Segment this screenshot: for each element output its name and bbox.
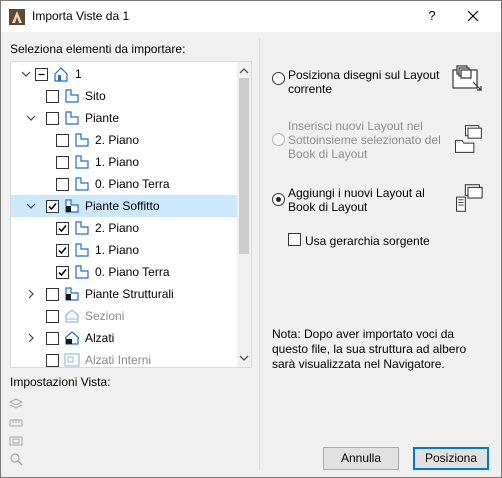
close-button[interactable] <box>453 3 493 29</box>
tree-row-piante-2[interactable]: 2. Piano <box>11 129 237 151</box>
tree-scrollbar[interactable] <box>237 62 251 367</box>
import-tree: 1 Sito Piante 2. Piano 1. Piano 0. Piano… <box>10 61 252 368</box>
tree-checkbox[interactable] <box>46 112 59 125</box>
tree-checkbox[interactable] <box>56 222 69 235</box>
layout-place-icon <box>452 65 482 91</box>
scroll-down-icon[interactable] <box>237 351 251 365</box>
import-views-dialog: Importa Viste da 1 ? Seleziona elementi … <box>0 0 502 478</box>
tree-label: 2. Piano <box>95 221 140 235</box>
tree-label: 0. Piano Terra <box>95 177 170 191</box>
elevation-icon <box>64 331 80 345</box>
place-on-current-layout-label[interactable]: Posiziona disegni sul Layout corrente <box>288 68 448 96</box>
floor-plan-icon <box>65 111 79 125</box>
tree-checkbox[interactable] <box>46 200 59 213</box>
tree-label: Sezioni <box>85 309 125 323</box>
tree-label: Piante <box>85 111 120 125</box>
floor-plan-icon <box>75 221 89 235</box>
tree-checkbox[interactable] <box>46 288 59 301</box>
tree-checkbox[interactable] <box>46 332 59 345</box>
tree-checkbox[interactable] <box>46 310 59 323</box>
cancel-button[interactable]: Annulla <box>323 447 399 470</box>
chevron-down-icon[interactable] <box>25 112 37 124</box>
tree-row-soffitto-0[interactable]: 0. Piano Terra <box>11 261 237 283</box>
floor-plan-icon <box>65 89 79 103</box>
chevron-right-icon[interactable] <box>25 332 37 344</box>
interior-elevation-icon <box>64 353 80 367</box>
scroll-up-icon[interactable] <box>237 64 251 78</box>
panel-divider <box>259 38 260 470</box>
tree-checkbox[interactable] <box>35 68 48 81</box>
layout-book-icon <box>456 184 483 212</box>
tree-row-alzati[interactable]: Alzati <box>11 327 237 349</box>
tree-label: 0. Piano Terra <box>95 265 170 279</box>
tree-label: Piante Strutturali <box>85 287 174 301</box>
tree-row-piante-0[interactable]: 0. Piano Terra <box>11 173 237 195</box>
select-items-label: Seleziona elementi da importare: <box>10 42 186 56</box>
tree-checkbox[interactable] <box>46 90 59 103</box>
floor-plan-icon <box>75 133 89 147</box>
tree-label: Piante Soffitto <box>85 199 160 213</box>
tree-label: Alzati <box>85 331 115 345</box>
tree-row-soffitto-1[interactable]: 1. Piano <box>11 239 237 261</box>
tree-row-sito[interactable]: Sito <box>11 85 237 107</box>
close-icon <box>467 10 479 22</box>
add-to-book-radio[interactable] <box>272 193 285 206</box>
use-source-hierarchy-label[interactable]: Usa gerarchia sorgente <box>305 234 430 248</box>
floor-plan-icon <box>75 265 89 279</box>
tree-row-sezioni[interactable]: Sezioni <box>11 305 237 327</box>
chevron-down-icon[interactable] <box>25 200 37 212</box>
tree-checkbox[interactable] <box>56 134 69 147</box>
view-settings-label: Impostazioni Vista: <box>10 375 111 389</box>
layout-folder-icon <box>455 125 482 153</box>
insert-into-subset-label[interactable]: Inserisci nuovi Layout nel Sottoinsieme … <box>288 119 448 161</box>
ceiling-plan-icon <box>65 199 79 213</box>
tree-checkbox[interactable] <box>46 354 59 367</box>
tree-label: 1. Piano <box>95 243 140 257</box>
info-note: Nota: Dopo aver importato voci da questo… <box>272 327 467 371</box>
project-icon <box>54 67 68 82</box>
insert-into-subset-radio[interactable] <box>272 133 285 146</box>
place-button[interactable]: Posiziona <box>413 447 489 470</box>
title-bar: Importa Viste da 1 ? <box>1 1 501 32</box>
floor-plan-icon <box>75 243 89 257</box>
tree-label: 1 <box>75 67 82 81</box>
tree-checkbox[interactable] <box>56 178 69 191</box>
scale-icon <box>9 419 23 427</box>
tree-checkbox[interactable] <box>56 266 69 279</box>
use-source-hierarchy-checkbox[interactable] <box>288 233 301 246</box>
tree-row-piante-soffitto[interactable]: Piante Soffitto <box>11 195 237 217</box>
tree-label: Alzati Interni <box>85 353 152 367</box>
add-to-book-label[interactable]: Aggiungi i nuovi Layout al Book di Layou… <box>288 186 448 214</box>
tree-label: 2. Piano <box>95 133 140 147</box>
zoom-icon <box>10 453 23 466</box>
tree-label: 1. Piano <box>95 155 140 169</box>
window-title: Importa Viste da 1 <box>32 9 130 23</box>
model-view-icon <box>9 436 23 446</box>
place-on-current-layout-radio[interactable] <box>272 72 285 85</box>
scroll-thumb[interactable] <box>239 78 249 254</box>
tree-row-alzati-interni[interactable]: Alzati Interni <box>11 349 237 367</box>
layers-icon <box>9 398 23 409</box>
archicad-app-icon <box>9 9 25 25</box>
help-button[interactable]: ? <box>419 3 445 29</box>
chevron-down-icon[interactable] <box>20 68 32 80</box>
floor-plan-icon <box>75 177 89 191</box>
tree-checkbox[interactable] <box>56 244 69 257</box>
floor-plan-icon <box>75 155 89 169</box>
tree-row-piante-1[interactable]: 1. Piano <box>11 151 237 173</box>
tree-checkbox[interactable] <box>56 156 69 169</box>
tree-row-root[interactable]: 1 <box>11 63 237 85</box>
section-icon <box>64 309 80 323</box>
tree-row-piante[interactable]: Piante <box>11 107 237 129</box>
structural-plan-icon <box>65 287 79 301</box>
chevron-right-icon[interactable] <box>25 288 37 300</box>
tree-label: Sito <box>85 89 106 103</box>
tree-row-soffitto-2[interactable]: 2. Piano <box>11 217 237 239</box>
tree-row-piante-strutturali[interactable]: Piante Strutturali <box>11 283 237 305</box>
